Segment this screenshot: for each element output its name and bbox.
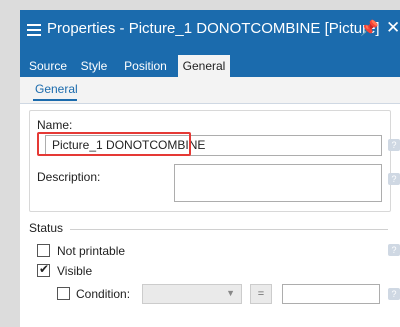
properties-panel: General Name: Picture_1 DONOTCOMBINE ? D… [20, 77, 400, 327]
subtab-general[interactable]: General [35, 82, 78, 96]
help-icon[interactable]: ? [388, 288, 400, 300]
visible-label: Visible [57, 264, 93, 278]
subtab-underline [33, 99, 77, 101]
condition-value-field[interactable] [282, 284, 380, 304]
pin-icon[interactable]: 📌 [360, 19, 379, 37]
checkmark-icon: ✔ [39, 262, 50, 276]
chevron-down-icon: ▼ [226, 288, 235, 298]
name-label: Name: [37, 118, 73, 132]
tab-style[interactable]: Style [76, 55, 112, 77]
description-label: Description: [37, 170, 101, 184]
subtab-bar: General [20, 77, 400, 104]
help-icon[interactable]: ? [388, 173, 400, 185]
condition-label: Condition: [76, 287, 131, 301]
not-printable-label: Not printable [57, 244, 126, 258]
status-divider [70, 229, 388, 230]
tab-position[interactable]: Position [118, 55, 173, 77]
tab-source[interactable]: Source [26, 55, 70, 77]
name-highlight-box [37, 132, 191, 156]
close-icon[interactable]: ✕ [386, 18, 400, 38]
help-icon[interactable]: ? [388, 244, 400, 256]
not-printable-checkbox[interactable] [37, 244, 50, 257]
equals-button[interactable]: = [250, 284, 272, 304]
visible-checkbox[interactable]: ✔ [37, 262, 50, 277]
tab-general[interactable]: General [178, 55, 230, 77]
description-field[interactable] [174, 164, 382, 202]
tab-bar: Source Style Position General [20, 50, 400, 77]
hamburger-icon[interactable] [27, 21, 41, 37]
status-section-title: Status [29, 221, 64, 235]
condition-dropdown[interactable]: ▼ [142, 284, 242, 304]
help-icon[interactable]: ? [388, 139, 400, 151]
window-title: Properties - Picture_1 DONOTCOMBINE [Pic… [47, 20, 380, 37]
window-titlebar: Properties - Picture_1 DONOTCOMBINE [Pic… [20, 10, 400, 50]
condition-checkbox[interactable] [57, 287, 70, 300]
